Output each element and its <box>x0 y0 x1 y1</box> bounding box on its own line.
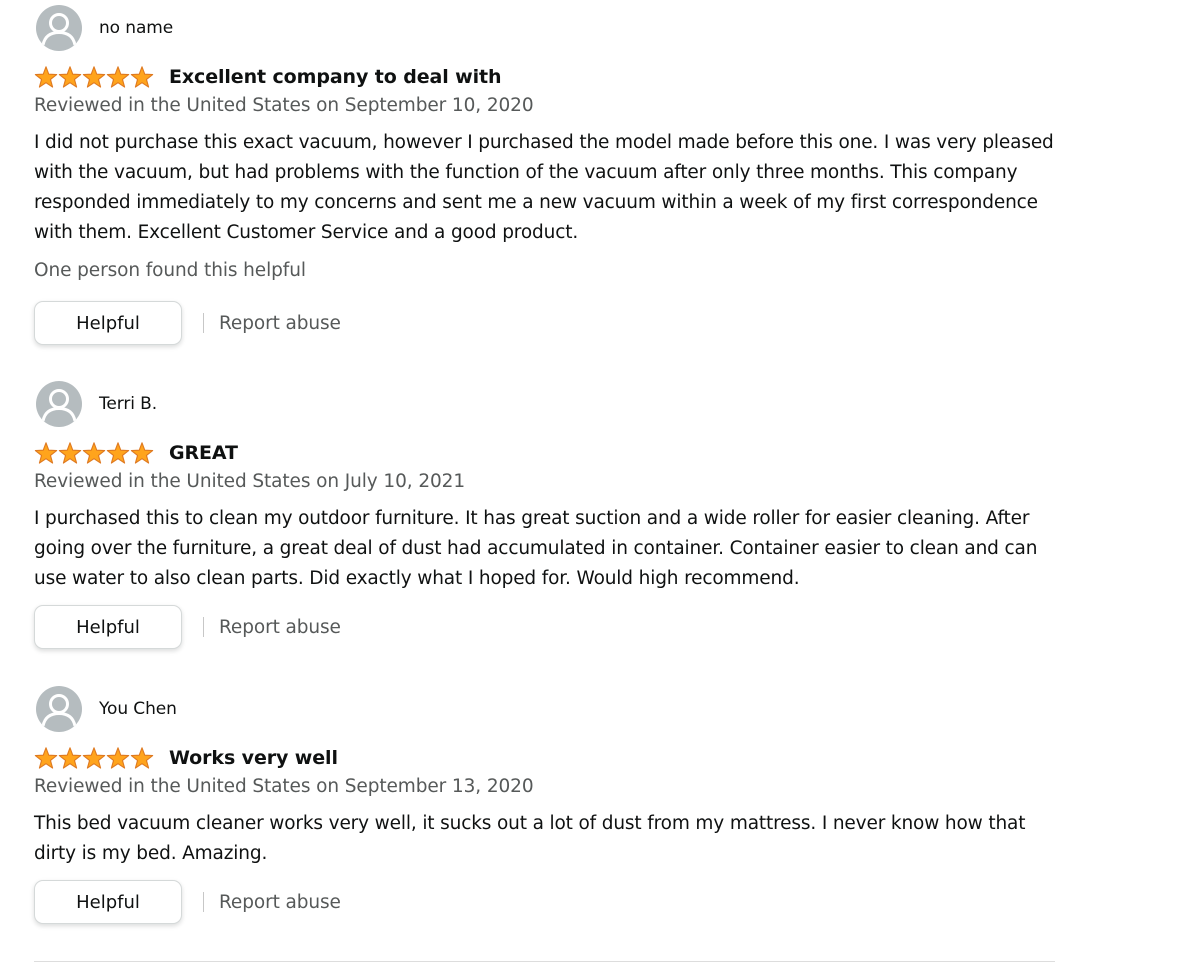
review-title[interactable]: Works very well <box>169 747 338 769</box>
review-body: This bed vacuum cleaner works very well,… <box>34 813 1026 864</box>
review-date: Reviewed in the United States on July 10… <box>34 471 466 492</box>
star-filled-icon <box>82 747 106 769</box>
star-filled-icon <box>34 66 58 88</box>
review-title-row: Excellent company to deal with <box>34 62 502 92</box>
review-title-row: Works very well <box>34 743 338 773</box>
star-filled-icon <box>130 66 154 88</box>
reviewer-profile[interactable]: no name <box>34 4 173 52</box>
action-divider <box>203 313 204 333</box>
user-silhouette-icon <box>41 13 77 46</box>
reviewer-name: Terri B. <box>99 394 158 414</box>
avatar <box>36 5 82 51</box>
review-body: I did not purchase this exact vacuum, ho… <box>34 132 1054 243</box>
review-body: I purchased this to clean my outdoor fur… <box>34 508 1038 589</box>
star-filled-icon <box>34 747 58 769</box>
review-date: Reviewed in the United States on Septemb… <box>34 776 534 797</box>
user-silhouette-icon <box>41 694 77 727</box>
review-date: Reviewed in the United States on Septemb… <box>34 95 534 116</box>
report-abuse-link[interactable]: Report abuse <box>219 892 341 913</box>
review-item: no name Excellent company to deal with R… <box>34 4 1064 349</box>
review-actions: Helpful Report abuse <box>34 879 341 925</box>
review-item: Terri B. GREAT Reviewed in the United St… <box>34 380 1064 655</box>
star-filled-icon <box>58 442 82 464</box>
helpful-button[interactable]: Helpful <box>34 301 182 345</box>
action-divider <box>203 617 204 637</box>
review-title-row: GREAT <box>34 438 238 468</box>
reviewer-name: no name <box>99 18 174 38</box>
reviewer-name: You Chen <box>99 699 177 719</box>
star-filled-icon <box>82 66 106 88</box>
star-filled-icon <box>106 442 130 464</box>
star-filled-icon <box>34 442 58 464</box>
star-rating[interactable] <box>34 65 154 89</box>
report-abuse-link[interactable]: Report abuse <box>219 617 341 638</box>
star-filled-icon <box>58 747 82 769</box>
reviewer-profile[interactable]: You Chen <box>34 685 177 733</box>
review-item: You Chen Works very well Reviewed in the… <box>34 685 1064 930</box>
helpful-button[interactable]: Helpful <box>34 880 182 924</box>
helpful-count: One person found this helpful <box>34 260 306 281</box>
star-filled-icon <box>58 66 82 88</box>
action-divider <box>203 892 204 912</box>
review-title[interactable]: Excellent company to deal with <box>169 66 502 88</box>
avatar <box>36 686 82 732</box>
reviewer-profile[interactable]: Terri B. <box>34 380 157 428</box>
star-filled-icon <box>82 442 106 464</box>
report-abuse-link[interactable]: Report abuse <box>219 313 341 334</box>
user-silhouette-icon <box>41 389 77 422</box>
helpful-button[interactable]: Helpful <box>34 605 182 649</box>
section-divider <box>34 961 1055 962</box>
star-rating[interactable] <box>34 746 154 770</box>
star-filled-icon <box>130 747 154 769</box>
review-actions: Helpful Report abuse <box>34 300 341 346</box>
review-title[interactable]: GREAT <box>169 442 238 464</box>
star-filled-icon <box>106 747 130 769</box>
star-filled-icon <box>130 442 154 464</box>
star-rating[interactable] <box>34 441 154 465</box>
avatar <box>36 381 82 427</box>
review-actions: Helpful Report abuse <box>34 604 341 650</box>
star-filled-icon <box>106 66 130 88</box>
